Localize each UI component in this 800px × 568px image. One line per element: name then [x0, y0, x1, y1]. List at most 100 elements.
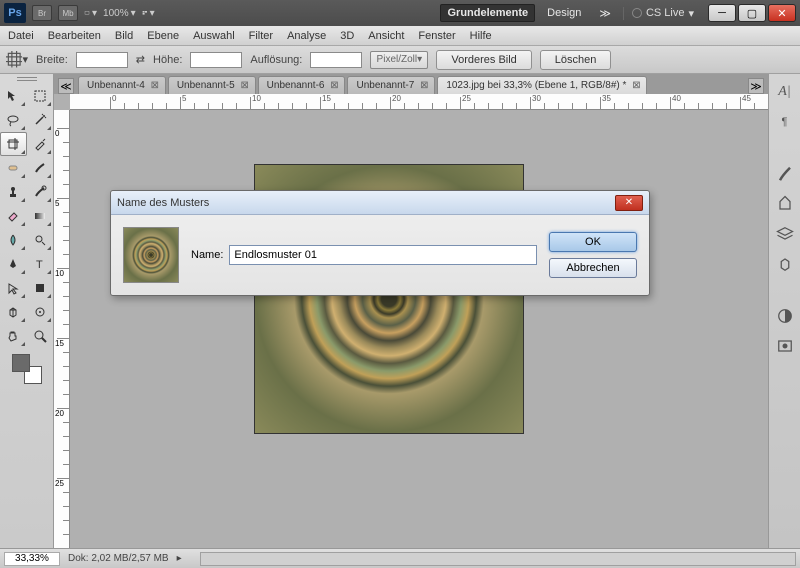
- clear-button[interactable]: Löschen: [540, 50, 612, 70]
- close-icon[interactable]: ⊠: [630, 80, 642, 92]
- menu-bild[interactable]: Bild: [115, 30, 133, 42]
- resolution-input[interactable]: [310, 52, 362, 68]
- resolution-label: Auflösung:: [250, 54, 302, 66]
- height-label: Höhe:: [153, 54, 182, 66]
- 3d-panel-icon[interactable]: [775, 254, 795, 274]
- close-icon[interactable]: ⊠: [149, 80, 161, 92]
- dialog-close-icon[interactable]: ✕: [615, 195, 643, 211]
- character-panel-icon[interactable]: A|: [775, 82, 795, 102]
- shape-tool[interactable]: [27, 276, 54, 300]
- right-panel: A| ¶: [768, 74, 800, 548]
- workspace-grundelemente[interactable]: Grundelemente: [440, 4, 535, 22]
- adjustments-panel-icon[interactable]: [775, 306, 795, 326]
- dialog-titlebar[interactable]: Name des Musters ✕: [111, 191, 649, 215]
- close-icon[interactable]: ⊠: [328, 80, 340, 92]
- ok-button[interactable]: OK: [549, 232, 637, 252]
- unit-dropdown[interactable]: Pixel/Zoll ▾: [370, 51, 428, 69]
- width-input[interactable]: [76, 52, 128, 68]
- menu-filter[interactable]: Filter: [249, 30, 273, 42]
- path-tool[interactable]: [0, 276, 27, 300]
- height-input[interactable]: [190, 52, 242, 68]
- brush-panel-icon[interactable]: [775, 164, 795, 184]
- menu-fenster[interactable]: Fenster: [418, 30, 455, 42]
- front-image-button[interactable]: Vorderes Bild: [436, 50, 531, 70]
- current-tool-icon[interactable]: ▾: [6, 50, 28, 70]
- close-icon[interactable]: ⊠: [418, 80, 430, 92]
- move-tool[interactable]: [0, 84, 27, 108]
- width-label: Breite:: [36, 54, 68, 66]
- app-logo[interactable]: Ps: [4, 3, 26, 23]
- window-close[interactable]: ✕: [768, 4, 796, 22]
- workspace-more[interactable]: ≫: [593, 5, 617, 22]
- 3d-tool[interactable]: [0, 300, 27, 324]
- wand-tool[interactable]: [27, 108, 54, 132]
- type-tool[interactable]: T: [27, 252, 54, 276]
- masks-panel-icon[interactable]: [775, 336, 795, 356]
- tab-nav-right[interactable]: ≫: [748, 78, 764, 94]
- tab-nav-left[interactable]: ≪: [58, 78, 74, 94]
- toolbox: T: [0, 74, 54, 548]
- pen-tool[interactable]: [0, 252, 27, 276]
- brush-tool[interactable]: [27, 156, 54, 180]
- ruler-horizontal: 051015202530354045: [70, 94, 768, 110]
- workspace-design[interactable]: Design: [541, 5, 587, 21]
- doc-info-arrow-icon[interactable]: ▸: [177, 553, 182, 564]
- marquee-tool[interactable]: [27, 84, 54, 108]
- arrange-dropdown[interactable]: ▾: [142, 8, 155, 19]
- pattern-thumbnail: [123, 227, 179, 283]
- doc-tab[interactable]: Unbenannt-4⊠: [78, 76, 166, 94]
- eyedropper-tool[interactable]: [27, 132, 54, 156]
- stamp-tool[interactable]: [0, 180, 27, 204]
- screenmode-dropdown[interactable]: ▾: [84, 8, 97, 19]
- window-minimize[interactable]: ─: [708, 4, 736, 22]
- cslive-button[interactable]: CS Live ▾: [623, 7, 694, 20]
- color-swatches[interactable]: [12, 354, 42, 384]
- close-icon[interactable]: ⊠: [239, 80, 251, 92]
- blur-tool[interactable]: [0, 228, 27, 252]
- dodge-tool[interactable]: [27, 228, 54, 252]
- minibridge-button[interactable]: Mb: [58, 5, 78, 21]
- paragraph-panel-icon[interactable]: ¶: [775, 112, 795, 132]
- menu-analyse[interactable]: Analyse: [287, 30, 326, 42]
- pattern-name-input[interactable]: [229, 245, 537, 265]
- zoom-input[interactable]: [4, 552, 60, 566]
- dialog-title: Name des Musters: [117, 197, 209, 209]
- zoom-tool[interactable]: [27, 324, 54, 348]
- eraser-tool[interactable]: [0, 204, 27, 228]
- bridge-button[interactable]: Br: [32, 5, 52, 21]
- name-label: Name:: [191, 249, 223, 261]
- zoom-dropdown[interactable]: 100% ▾: [103, 8, 136, 19]
- cancel-button[interactable]: Abbrechen: [549, 258, 637, 278]
- window-maximize[interactable]: ▢: [738, 4, 766, 22]
- layers-panel-icon[interactable]: [775, 224, 795, 244]
- horizontal-scrollbar[interactable]: [200, 552, 796, 566]
- document-tabbar: ≪ Unbenannt-4⊠ Unbenannt-5⊠ Unbenannt-6⊠…: [54, 74, 768, 94]
- toolbox-handle[interactable]: [0, 74, 53, 84]
- swap-icon[interactable]: ⇄: [136, 53, 145, 66]
- lasso-tool[interactable]: [0, 108, 27, 132]
- menu-auswahl[interactable]: Auswahl: [193, 30, 235, 42]
- heal-tool[interactable]: [0, 156, 27, 180]
- doc-info: Dok: 2,02 MB/2,57 MB: [68, 553, 169, 564]
- menu-ebene[interactable]: Ebene: [147, 30, 179, 42]
- doc-tab[interactable]: Unbenannt-7⊠: [347, 76, 435, 94]
- clone-panel-icon[interactable]: [775, 194, 795, 214]
- doc-tab-active[interactable]: 1023.jpg bei 33,3% (Ebene 1, RGB/8#) *⊠: [437, 76, 647, 94]
- foreground-color[interactable]: [12, 354, 30, 372]
- doc-tab[interactable]: Unbenannt-6⊠: [258, 76, 346, 94]
- menubar: Datei Bearbeiten Bild Ebene Auswahl Filt…: [0, 26, 800, 46]
- 3d-camera-tool[interactable]: [27, 300, 54, 324]
- history-brush-tool[interactable]: [27, 180, 54, 204]
- pattern-name-dialog: Name des Musters ✕ Name: OK Abbrechen: [110, 190, 650, 296]
- menu-ansicht[interactable]: Ansicht: [368, 30, 404, 42]
- gradient-tool[interactable]: [27, 204, 54, 228]
- menu-3d[interactable]: 3D: [340, 30, 354, 42]
- svg-text:T: T: [36, 259, 43, 271]
- doc-tab[interactable]: Unbenannt-5⊠: [168, 76, 256, 94]
- menu-hilfe[interactable]: Hilfe: [470, 30, 492, 42]
- menu-bearbeiten[interactable]: Bearbeiten: [48, 30, 101, 42]
- crop-tool[interactable]: [0, 132, 27, 156]
- menu-datei[interactable]: Datei: [8, 30, 34, 42]
- options-bar: ▾ Breite: ⇄ Höhe: Auflösung: Pixel/Zoll …: [0, 46, 800, 74]
- hand-tool[interactable]: [0, 324, 27, 348]
